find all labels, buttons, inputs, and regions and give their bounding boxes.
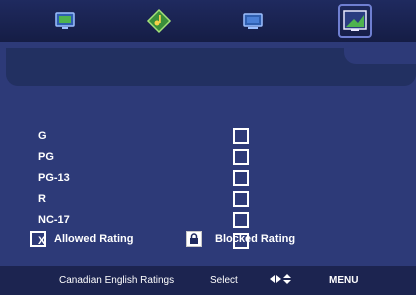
- tv-osd-screen: G PG PG-13 R NC-17 X Allowed Rating Bloc…: [0, 0, 416, 295]
- main-menu-bar: [0, 0, 416, 42]
- rating-label: PG: [38, 151, 54, 163]
- rating-row-pg[interactable]: PG: [38, 149, 338, 167]
- menu-title-panel: [6, 48, 416, 86]
- rating-checkbox[interactable]: [233, 191, 249, 207]
- picture-menu-icon[interactable]: [52, 8, 78, 34]
- rating-row-g[interactable]: G: [38, 128, 338, 146]
- rating-checkbox[interactable]: [233, 212, 249, 228]
- footer-bar: Canadian English Ratings Select MENU: [0, 266, 416, 295]
- arrow-keys-icon: [270, 273, 294, 288]
- footer-title: Canadian English Ratings: [59, 275, 175, 286]
- menu-hint: MENU: [329, 275, 359, 286]
- channel-menu-icon[interactable]: [240, 8, 266, 34]
- select-hint: Select: [210, 275, 238, 286]
- audio-menu-icon[interactable]: [146, 8, 172, 34]
- allowed-rating-label: Allowed Rating: [54, 233, 134, 245]
- rating-label: R: [38, 193, 46, 205]
- rating-label: NC-17: [38, 214, 70, 226]
- allowed-rating-icon: [30, 231, 46, 247]
- rating-label: G: [38, 130, 47, 142]
- rating-label: PG-13: [38, 172, 70, 184]
- parental-lock-menu-icon[interactable]: [338, 4, 372, 38]
- rating-row-nc17[interactable]: NC-17: [38, 212, 338, 230]
- rating-checkbox[interactable]: [233, 149, 249, 165]
- blocked-rating-label: Blocked Rating: [215, 233, 296, 245]
- rating-checkbox[interactable]: [233, 170, 249, 186]
- rating-checkbox[interactable]: [233, 128, 249, 144]
- lock-icon: [186, 231, 202, 247]
- rating-row-pg13[interactable]: PG-13: [38, 170, 338, 188]
- rating-row-r[interactable]: R: [38, 191, 338, 209]
